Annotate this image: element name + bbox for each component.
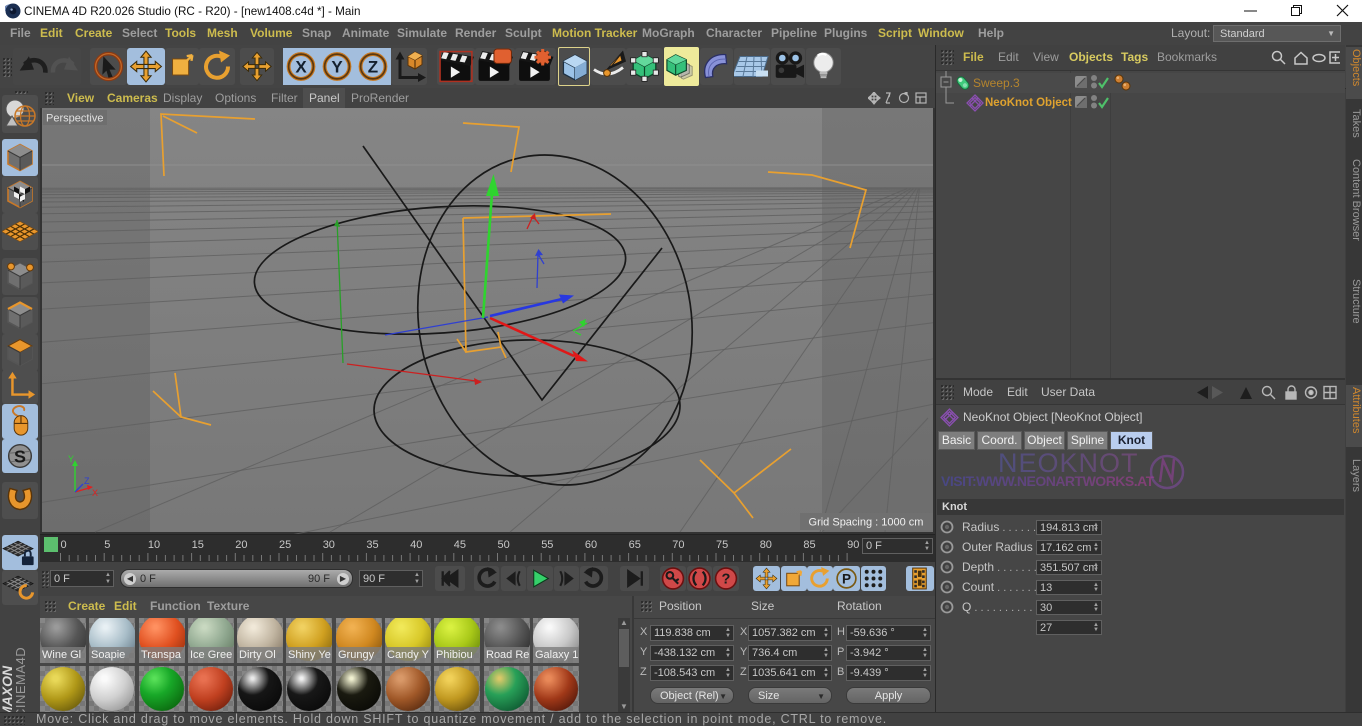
- svg-text:30: 30: [323, 539, 335, 551]
- svg-text:Y: Y: [68, 454, 74, 464]
- svg-text:Z: Z: [84, 476, 90, 486]
- svg-text:80: 80: [760, 539, 772, 551]
- svg-text:0: 0: [61, 539, 67, 551]
- svg-text:X: X: [295, 58, 307, 77]
- svg-text:Z: Z: [368, 58, 378, 77]
- svg-text:65: 65: [629, 539, 641, 551]
- svg-text:Grid Spacing : 1000 cm: Grid Spacing : 1000 cm: [809, 517, 924, 529]
- svg-text:85: 85: [803, 539, 815, 551]
- svg-text:15: 15: [192, 539, 204, 551]
- svg-text:Perspective: Perspective: [46, 113, 103, 125]
- svg-text:45: 45: [454, 539, 466, 551]
- svg-text:55: 55: [541, 539, 553, 551]
- svg-text:25: 25: [279, 539, 291, 551]
- svg-text:5: 5: [104, 539, 110, 551]
- svg-text:70: 70: [672, 539, 684, 551]
- svg-text:?: ?: [722, 572, 731, 588]
- svg-text:10: 10: [148, 539, 160, 551]
- svg-text:20: 20: [235, 539, 247, 551]
- svg-text:S: S: [14, 447, 26, 467]
- svg-text:60: 60: [585, 539, 597, 551]
- svg-text:50: 50: [498, 539, 510, 551]
- svg-text:X: X: [92, 488, 98, 498]
- svg-text:35: 35: [366, 539, 378, 551]
- svg-text:90: 90: [847, 539, 859, 551]
- svg-text:P: P: [842, 572, 851, 587]
- svg-text:40: 40: [410, 539, 422, 551]
- svg-text:Y: Y: [331, 58, 343, 77]
- svg-text:75: 75: [716, 539, 728, 551]
